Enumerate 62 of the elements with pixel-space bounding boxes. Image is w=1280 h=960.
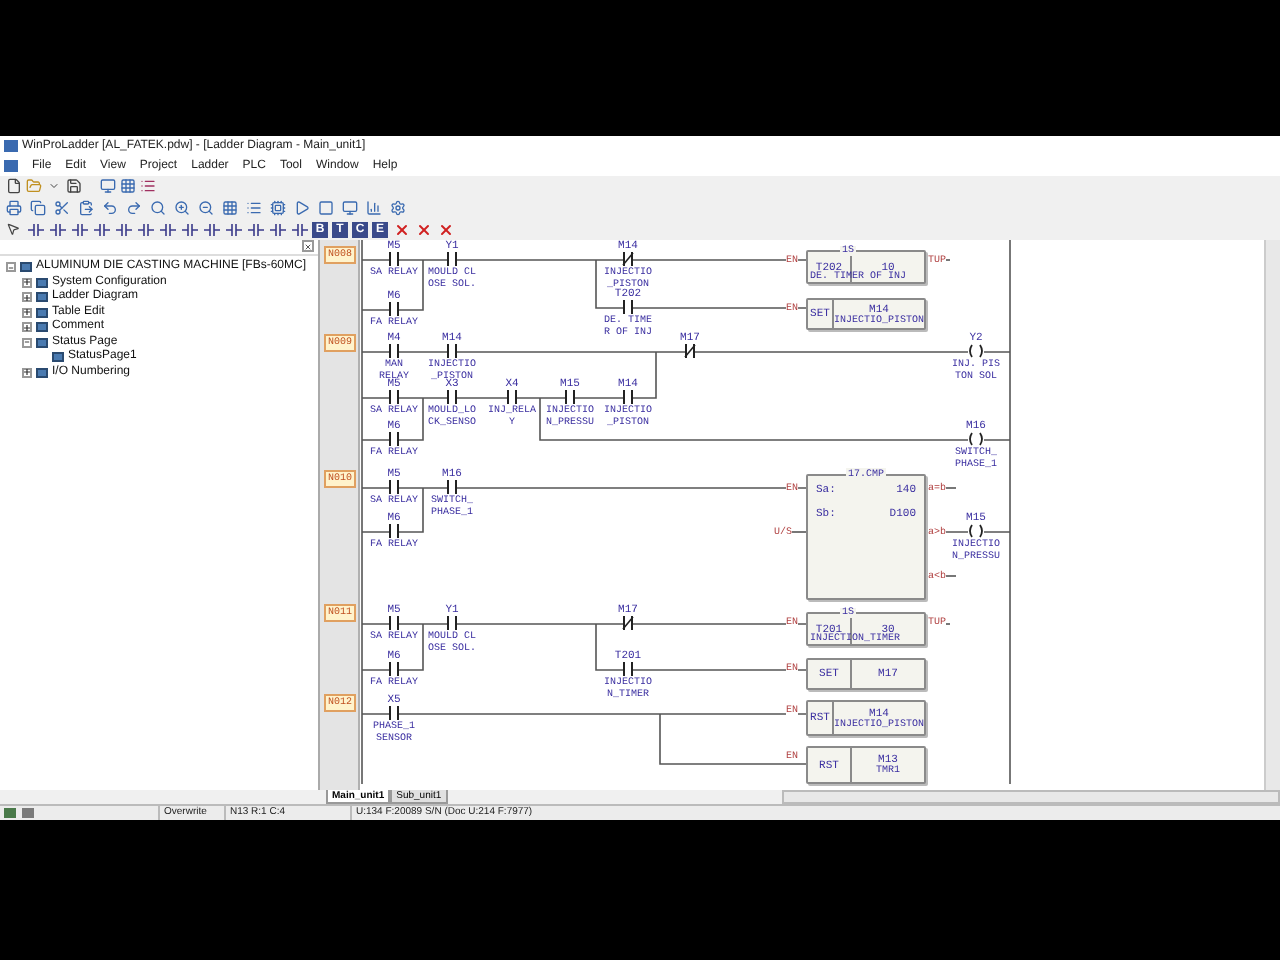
settings-icon[interactable] [388, 198, 406, 216]
tree-node-icon [20, 262, 32, 273]
zoom-out-icon[interactable] [196, 198, 214, 216]
tree-node-icon [36, 277, 48, 288]
expand-icon[interactable] [22, 277, 32, 288]
coil-icon [964, 524, 988, 538]
delete-icon[interactable] [436, 220, 454, 238]
closed-contact-icon [678, 344, 702, 358]
expand-icon[interactable] [22, 322, 32, 333]
new-file-icon[interactable] [4, 177, 22, 195]
ladder-symbol-icon[interactable] [48, 220, 66, 238]
horizontal-scrollbar[interactable] [782, 790, 1280, 804]
expand-icon[interactable] [22, 292, 32, 303]
search-icon[interactable] [148, 198, 166, 216]
coil-icon [964, 344, 988, 358]
ladder-symbol-icon[interactable] [224, 220, 242, 238]
layout-icon[interactable] [118, 177, 136, 195]
save-icon[interactable] [64, 177, 82, 195]
tree-node-icon [52, 352, 64, 363]
grid-icon[interactable] [220, 198, 238, 216]
ladder-symbol-icon[interactable] [246, 220, 264, 238]
vertical-scrollbar[interactable] [1264, 240, 1280, 790]
tree-node-icon [36, 337, 48, 348]
delete-icon[interactable] [392, 220, 410, 238]
window-icon[interactable] [98, 177, 116, 195]
closed-contact-icon [616, 252, 640, 266]
tree-node-icon [36, 322, 48, 333]
expand-icon[interactable] [22, 307, 32, 318]
delete-icon[interactable] [414, 220, 432, 238]
ladder-symbol-icon[interactable] [268, 220, 286, 238]
redo-icon[interactable] [124, 198, 142, 216]
chip-icon[interactable] [268, 198, 286, 216]
paste-icon[interactable] [76, 198, 94, 216]
ladder-symbol-icon[interactable] [70, 220, 88, 238]
closed-contact-icon [616, 616, 640, 630]
copy-icon[interactable] [28, 198, 46, 216]
ladder-symbol-icon[interactable] [180, 220, 198, 238]
cut-icon[interactable] [52, 198, 70, 216]
stop-icon[interactable] [316, 198, 334, 216]
run-icon[interactable] [292, 198, 310, 216]
ladder-symbol-icon[interactable] [92, 220, 110, 238]
collapse-icon[interactable] [22, 337, 32, 348]
print-icon[interactable] [4, 198, 22, 216]
zoom-in-icon[interactable] [172, 198, 190, 216]
coil-icon [964, 432, 988, 446]
ladder-symbol-icon[interactable] [290, 220, 308, 238]
tree-node-icon [36, 367, 48, 378]
ladder-symbol-icon[interactable] [202, 220, 220, 238]
expand-icon[interactable] [22, 367, 32, 378]
undo-icon[interactable] [100, 198, 118, 216]
app-icon [4, 140, 18, 152]
ladder-symbol-icon[interactable] [114, 220, 132, 238]
ladder-symbol-icon[interactable] [26, 220, 44, 238]
ladder-symbol-icon[interactable] [158, 220, 176, 238]
collapse-icon[interactable] [6, 262, 16, 273]
monitor-icon[interactable] [340, 198, 358, 216]
chart-icon[interactable] [364, 198, 382, 216]
ladder-symbol-icon[interactable] [136, 220, 154, 238]
tree-node-icon [36, 292, 48, 303]
pointer-icon[interactable] [4, 220, 22, 238]
tree-node-icon [36, 307, 48, 318]
close-icon[interactable] [302, 240, 314, 252]
